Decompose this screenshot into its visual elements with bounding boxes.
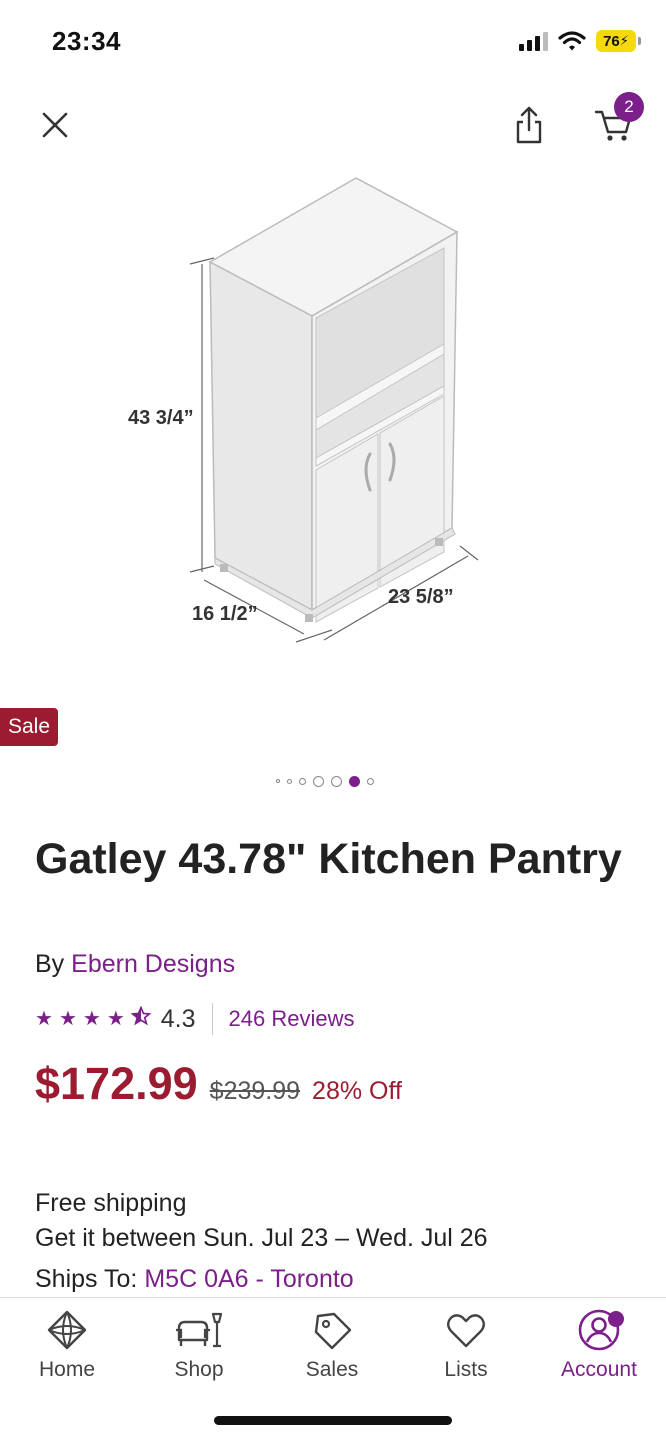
height-dimension-label: 43 3/4” — [128, 407, 194, 429]
carousel-dot[interactable] — [349, 775, 360, 787]
share-button[interactable] — [510, 104, 548, 146]
rating-row: ★ ★ ★ ★ 4.3 246 Reviews — [35, 1003, 354, 1035]
discount-label: 28% Off — [312, 1077, 402, 1105]
cart-count-badge: 2 — [614, 92, 644, 122]
product-image[interactable]: 43 3/4” 16 1/2” 23 5/8” — [100, 168, 566, 658]
star-rating: ★ ★ ★ ★ — [35, 1005, 152, 1032]
depth-dimension-label: 16 1/2” — [192, 603, 258, 625]
tab-label: Shop — [174, 1358, 224, 1381]
tab-shop[interactable]: Shop — [144, 1308, 254, 1388]
battery-icon: 76 ⚡ — [596, 30, 641, 52]
by-label: By — [35, 950, 65, 978]
carousel-dot[interactable] — [276, 779, 280, 783]
status-time: 23:34 — [52, 26, 121, 56]
carousel-dot[interactable] — [367, 777, 374, 785]
notification-dot — [608, 1311, 624, 1327]
free-shipping-label: Free shipping — [35, 1189, 187, 1217]
tab-label: Home — [38, 1358, 96, 1381]
reviews-link[interactable]: 246 Reviews — [229, 1006, 355, 1032]
tab-label: Sales — [305, 1358, 359, 1381]
tag-icon — [314, 1312, 352, 1350]
shipping-info: Free shipping Get it between Sun. Jul 23… — [35, 1186, 488, 1297]
top-nav: 2 — [0, 86, 666, 166]
star-icon: ★ — [82, 1008, 101, 1030]
tab-lists[interactable]: Lists — [411, 1308, 521, 1388]
sale-price: $172.99 — [35, 1058, 198, 1109]
home-indicator[interactable] — [214, 1416, 452, 1425]
rating-divider — [211, 1003, 213, 1035]
width-dimension-label: 23 5/8” — [388, 586, 454, 608]
close-button[interactable] — [36, 106, 74, 144]
half-star-icon — [130, 1005, 152, 1032]
star-icon: ★ — [35, 1008, 53, 1030]
tab-label: Account — [561, 1358, 637, 1381]
carousel-dot[interactable] — [313, 775, 324, 787]
tab-account[interactable]: Account — [544, 1308, 654, 1388]
carousel-dot[interactable] — [287, 778, 292, 784]
brand-link[interactable]: Ebern Designs — [71, 950, 235, 978]
carousel-dot[interactable] — [331, 775, 342, 787]
ships-to-label: Ships To: — [35, 1265, 138, 1293]
close-icon — [42, 112, 68, 138]
share-icon — [516, 106, 542, 144]
product-title: Gatley 43.78" Kitchen Pantry — [35, 835, 622, 883]
tab-sales[interactable]: Sales — [277, 1308, 387, 1388]
status-bar: 23:34 76 ⚡ — [0, 0, 666, 86]
carousel-dots[interactable] — [276, 772, 374, 790]
battery-level: 76 — [603, 32, 620, 50]
pantry-dimension-drawing: 43 3/4” 16 1/2” 23 5/8” — [128, 177, 479, 643]
ships-to-line: Ships To: M5C 0A6 - Toronto — [35, 1262, 488, 1297]
brand-line: By Ebern Designs — [35, 950, 235, 979]
status-icons: 76 ⚡ — [519, 30, 641, 52]
star-icon: ★ — [58, 1008, 77, 1030]
carousel-dot[interactable] — [299, 777, 306, 785]
tab-home[interactable]: Home — [12, 1308, 122, 1388]
sale-badge: Sale — [0, 708, 59, 746]
heart-icon — [447, 1314, 485, 1348]
original-price: $239.99 — [209, 1077, 301, 1105]
tab-label: Lists — [444, 1358, 488, 1381]
delivery-window: Get it between Sun. Jul 23 – Wed. Jul 26 — [35, 1224, 488, 1252]
home-icon — [47, 1310, 87, 1350]
wifi-icon — [558, 31, 586, 51]
star-icon: ★ — [106, 1008, 125, 1030]
signal-icon — [519, 31, 548, 51]
ships-to-location-link[interactable]: M5C 0A6 - Toronto — [144, 1265, 353, 1293]
rating-value: 4.3 — [160, 1004, 196, 1033]
price-row: $172.99 $239.99 28% Off — [35, 1058, 402, 1110]
furniture-icon — [176, 1312, 223, 1348]
